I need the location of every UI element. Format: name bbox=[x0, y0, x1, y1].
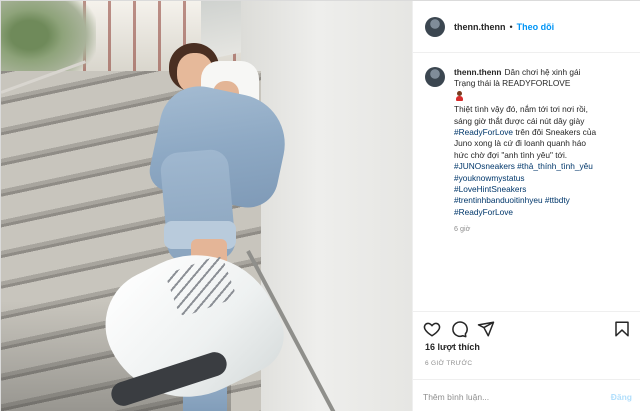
separator-dot: • bbox=[509, 21, 513, 32]
caption-line: Juno xong là cứ đi loanh quanh háo bbox=[454, 138, 586, 149]
follow-button[interactable]: Theo dõi bbox=[517, 22, 555, 32]
hashtag-link[interactable]: #LoveHintSneakers bbox=[454, 184, 634, 195]
share-icon[interactable] bbox=[477, 320, 495, 338]
heart-icon[interactable] bbox=[423, 320, 441, 338]
caption-text: trên đôi Sneakers của bbox=[513, 127, 597, 138]
dancer-emoji-icon bbox=[455, 90, 464, 101]
post-photo[interactable] bbox=[1, 1, 412, 411]
caption-comment: thenn.thenn Dân chơi hệ xinh gái Trạng th… bbox=[425, 67, 635, 235]
add-comment-bar: Đăng bbox=[413, 379, 640, 411]
post-header: thenn.thenn • Theo dõi bbox=[413, 1, 640, 53]
avatar[interactable] bbox=[425, 67, 445, 87]
post-side-panel: thenn.thenn • Theo dõi thenn.thenn Dân ch… bbox=[412, 1, 640, 411]
caption-body: thenn.thenn Dân chơi hệ xinh gái Trạng th… bbox=[454, 67, 634, 235]
action-icons bbox=[423, 320, 633, 338]
header-username[interactable]: thenn.thenn bbox=[454, 22, 506, 32]
post-comment-button[interactable]: Đăng bbox=[611, 392, 632, 402]
like-count[interactable]: 16 lượt thích bbox=[425, 342, 480, 352]
caption-line bbox=[454, 90, 634, 104]
posted-time[interactable]: 6 GIỜ TRƯỚC bbox=[425, 360, 472, 367]
hashtag-link[interactable]: #youknowmystatus bbox=[454, 173, 634, 184]
comment-input[interactable] bbox=[423, 391, 611, 402]
hashtag-link[interactable]: #JUNOsneakers #thả_thính_tình_yêu bbox=[454, 161, 634, 172]
caption-line: thenn.thenn Dân chơi hệ xinh gái bbox=[454, 67, 634, 78]
post-actions: 16 lượt thích 6 GIỜ TRƯỚC Đăng bbox=[413, 311, 640, 411]
caption-time[interactable]: 6 giờ bbox=[454, 223, 634, 234]
avatar[interactable] bbox=[425, 16, 445, 37]
hashtag-link[interactable]: #trentinhbanduoitinhyeu #ttbdty bbox=[454, 195, 634, 206]
comment-icon[interactable] bbox=[450, 320, 468, 338]
caption-line: #ReadyForLove trên đôi Sneakers của bbox=[454, 127, 634, 138]
caption-username[interactable]: thenn.thenn bbox=[454, 67, 501, 77]
caption-line: hức chờ đợi "anh tình yêu" tới. bbox=[454, 149, 568, 160]
hashtag-link[interactable]: #ReadyForLove bbox=[454, 127, 513, 137]
caption-line: Thiệt tình vậy đó, nắm tới tơi nơi rồi, bbox=[454, 104, 588, 115]
bookmark-icon[interactable] bbox=[613, 320, 631, 338]
caption-text: Dân chơi hệ xinh gái bbox=[504, 67, 581, 77]
caption-line: sáng giờ thắt được cái nút dây giày bbox=[454, 115, 585, 126]
hashtag-link[interactable]: #ReadyForLove bbox=[454, 207, 634, 218]
instagram-post: thenn.thenn • Theo dõi thenn.thenn Dân ch… bbox=[0, 0, 640, 411]
caption-line: Trạng thái là READYFORLOVE bbox=[454, 78, 571, 89]
